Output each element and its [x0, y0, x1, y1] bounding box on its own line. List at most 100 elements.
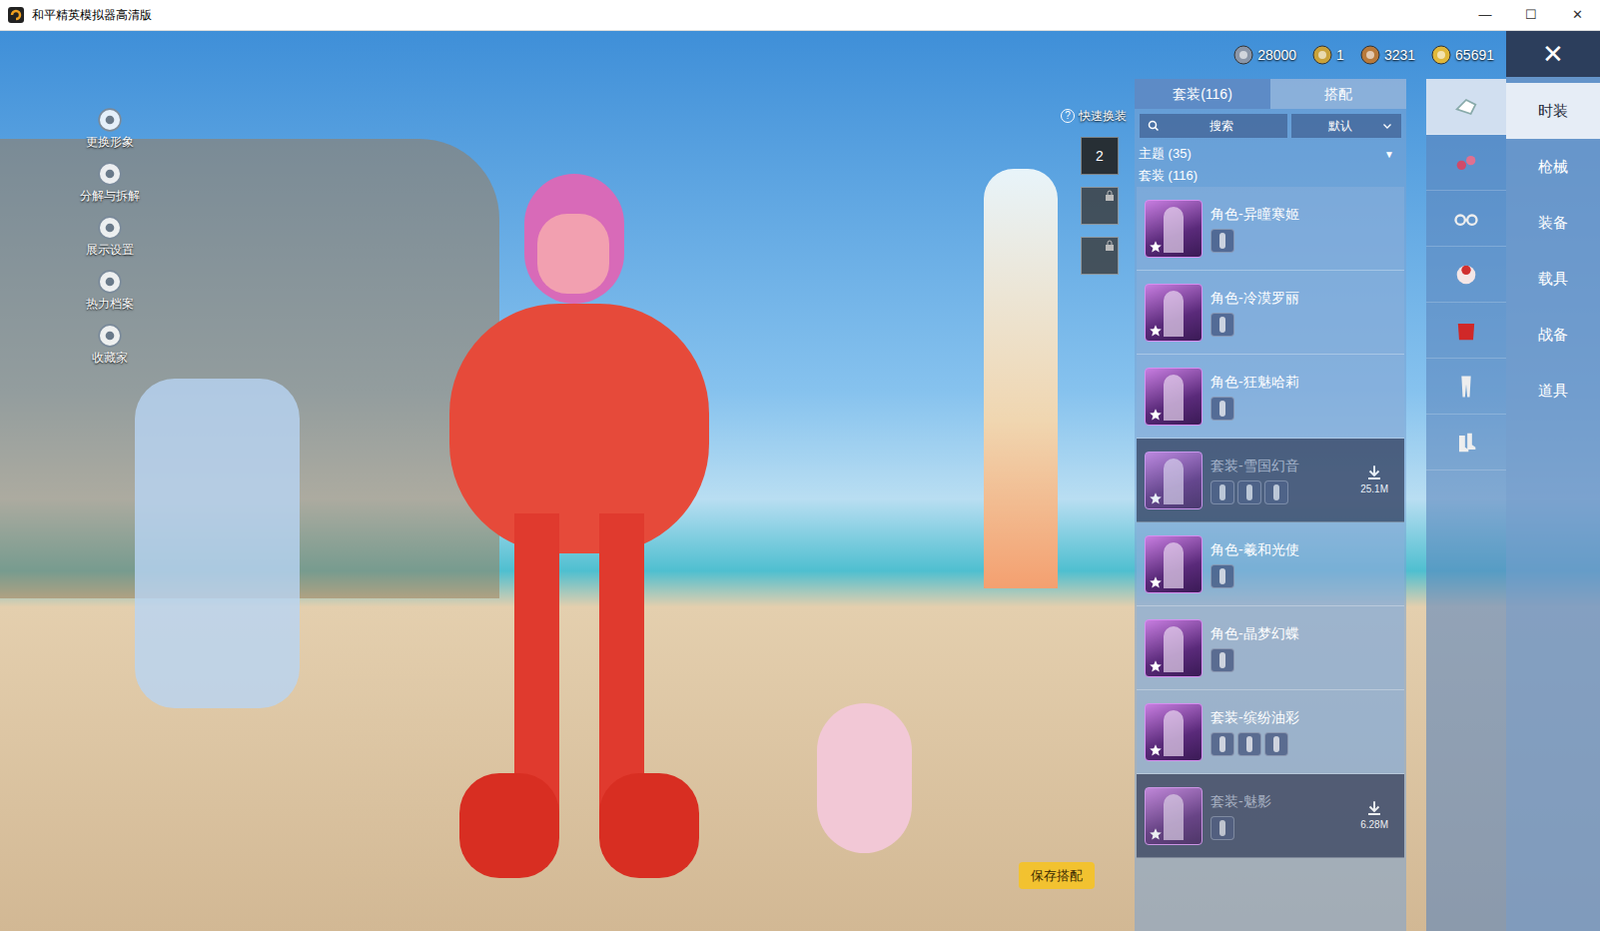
app-window: 和平精英模拟器高清版—☐✕280001323165691更换形象分解与拆解展示设…: [0, 0, 1600, 931]
part-thumbnail: [1264, 732, 1289, 757]
currency-bar: 280001323165691: [0, 30, 1507, 79]
outfit-item[interactable]: 套装-雪国幻音 25.1M: [1136, 438, 1405, 523]
category-icon: [1452, 148, 1481, 177]
outfit-item[interactable]: 套装-魅影6.28M: [1136, 774, 1405, 858]
part-thumbnail: [1210, 815, 1235, 840]
quick-change-slot[interactable]: 2: [1080, 136, 1119, 175]
outfit-item[interactable]: 角色-异瞳寒姬: [1136, 186, 1405, 271]
close-button[interactable]: ✕: [1506, 30, 1600, 77]
category-icon: [1452, 372, 1481, 401]
window-control[interactable]: —: [1462, 0, 1509, 30]
category-tab[interactable]: 时装: [1506, 82, 1600, 139]
part-thumbnail: [1210, 396, 1235, 421]
menu-icon: [96, 268, 123, 295]
outfit-name: 套装-雪国幻音: [1210, 455, 1353, 477]
quick-change-slot[interactable]: [1080, 236, 1119, 275]
outfit-thumbnail: [1144, 451, 1203, 510]
stage-menu-item[interactable]: 更换形象: [69, 106, 150, 151]
scene-character: [449, 173, 710, 883]
currency: 1: [1312, 44, 1345, 66]
lock-icon: [1103, 189, 1116, 202]
download-icon[interactable]: [1365, 799, 1384, 817]
currency: 28000: [1233, 44, 1297, 66]
save-button[interactable]: 保存搭配: [1018, 861, 1095, 890]
outfit-item[interactable]: 角色-冷漠罗丽: [1136, 270, 1405, 355]
quick-change: ?快速换装2: [1060, 106, 1127, 275]
currency: 3231: [1360, 44, 1416, 66]
section-header[interactable]: 套装 (116): [1134, 164, 1407, 187]
stage-menu: 更换形象分解与拆解展示设置热力档案收藏家: [69, 106, 150, 367]
category-icon: [1452, 92, 1481, 121]
category-tab[interactable]: 载具: [1506, 250, 1600, 307]
category-tab[interactable]: 道具: [1506, 362, 1600, 419]
part-thumbnail: [1210, 480, 1235, 505]
part-thumbnail: [1237, 732, 1262, 757]
category-tab[interactable]: 装备: [1506, 194, 1600, 251]
outfit-thumbnail: [1144, 367, 1203, 426]
icon-column: [1426, 78, 1507, 931]
part-thumbnail: [1210, 732, 1235, 757]
icon-tab[interactable]: [1426, 190, 1507, 247]
icon-tab[interactable]: [1426, 414, 1507, 471]
help-icon[interactable]: ?: [1060, 108, 1075, 123]
category-icon: [1452, 428, 1481, 457]
section-header[interactable]: 主题 (35)▼: [1134, 142, 1407, 165]
outfit-panel: 套装(116)搭配搜索默认主题 (35)▼套装 (116) 角色-异瞳寒姬角色-冷…: [1134, 78, 1407, 931]
stage: 更换形象分解与拆解展示设置热力档案收藏家 ?快速换装2 保存搭配: [0, 78, 1135, 931]
icon-tab[interactable]: [1426, 134, 1507, 191]
outfit-item[interactable]: 套装-缤纷油彩: [1136, 690, 1405, 775]
star-icon: [1148, 323, 1163, 338]
app-logo-icon: [7, 6, 24, 23]
download-icon[interactable]: [1365, 463, 1384, 482]
search-field[interactable]: 搜索: [1139, 113, 1288, 138]
coin-icon: [1233, 44, 1254, 65]
outfit-item[interactable]: 角色-晶梦幻蝶: [1136, 606, 1405, 691]
window-control[interactable]: ☐: [1508, 0, 1555, 30]
stage-menu-item[interactable]: 热力档案: [69, 268, 150, 313]
outfit-item[interactable]: 角色-狂魅哈莉: [1136, 354, 1405, 439]
stage-menu-item[interactable]: 收藏家: [69, 322, 150, 367]
window-control[interactable]: ✕: [1554, 0, 1600, 30]
game-screen: 280001323165691更换形象分解与拆解展示设置热力档案收藏家?快速换装…: [0, 30, 1600, 931]
coin-icon: [1360, 44, 1381, 65]
sort-dropdown[interactable]: 默认: [1291, 113, 1402, 138]
outfit-name: 角色-晶梦幻蝶: [1210, 623, 1397, 645]
stage-menu-item[interactable]: 展示设置: [69, 214, 150, 259]
outfit-thumbnail: [1144, 283, 1203, 342]
download-marker[interactable]: 25.1M: [1360, 463, 1397, 497]
icon-tab[interactable]: [1426, 302, 1507, 359]
panel-tab[interactable]: 搭配: [1270, 78, 1407, 109]
outfit-thumbnail: [1144, 199, 1203, 258]
menu-icon: [96, 214, 123, 241]
menu-icon: [96, 322, 123, 349]
star-icon: [1148, 491, 1163, 506]
category-tab[interactable]: 战备: [1506, 306, 1600, 363]
stage-menu-item[interactable]: 分解与拆解: [69, 160, 150, 205]
category-icon: [1452, 316, 1481, 345]
window-title: 和平精英模拟器高清版: [31, 5, 152, 24]
outfit-name: 角色-异瞳寒姬: [1210, 203, 1397, 225]
download-size: 6.28M: [1360, 816, 1389, 832]
star-icon: [1148, 575, 1163, 590]
menu-icon: [96, 106, 123, 133]
panel-tab[interactable]: 套装(116): [1134, 78, 1271, 109]
scene-lighthouse: [983, 168, 1058, 589]
part-thumbnail: [1210, 564, 1235, 589]
coin-icon: [1312, 44, 1333, 65]
panel-tabs: 套装(116)搭配: [1134, 78, 1407, 109]
outfit-thumbnail: [1144, 703, 1203, 762]
icon-tab[interactable]: [1426, 358, 1507, 415]
icon-tab[interactable]: [1426, 78, 1507, 135]
scene-pet: [816, 703, 912, 853]
search-icon: [1147, 119, 1160, 132]
category-icon: [1452, 204, 1481, 233]
icon-tab[interactable]: [1426, 246, 1507, 303]
star-icon: [1148, 743, 1163, 758]
lock-icon: [1103, 239, 1116, 252]
outfit-name: 角色-冷漠罗丽: [1210, 287, 1397, 309]
quick-change-slot[interactable]: [1080, 186, 1119, 225]
outfit-item[interactable]: 角色-羲和光使: [1136, 522, 1405, 607]
outfit-list: 角色-异瞳寒姬角色-冷漠罗丽角色-狂魅哈莉套装-雪国幻音 25.1M 角色-羲和光使…: [1134, 186, 1407, 931]
category-tab[interactable]: 枪械: [1506, 138, 1600, 195]
download-marker[interactable]: 6.28M: [1360, 799, 1397, 832]
